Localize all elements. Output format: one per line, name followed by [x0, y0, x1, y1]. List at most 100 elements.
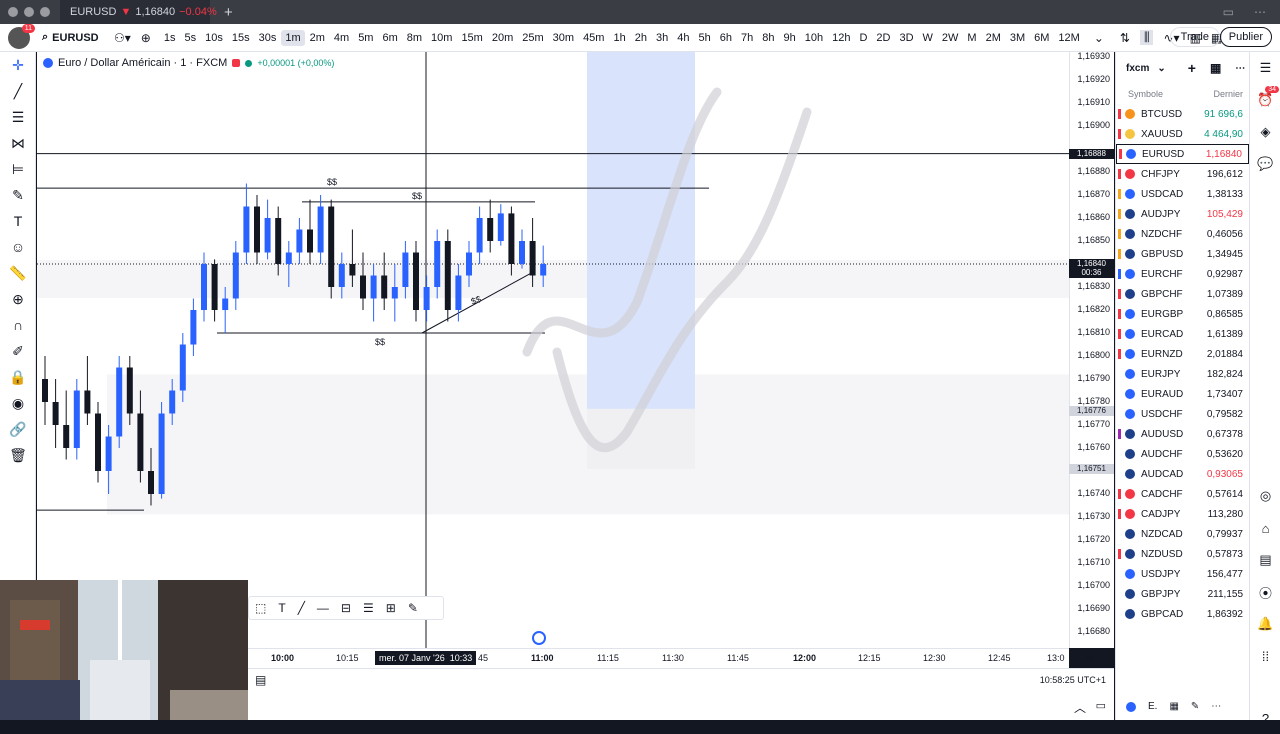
timeframe-W[interactable]: W: [919, 30, 937, 46]
timeframe-25m[interactable]: 25m: [518, 30, 547, 46]
watchlist-row-audusd[interactable]: AUDUSD 0,67378: [1116, 424, 1249, 444]
watchlist-row-eurusd[interactable]: EURUSD 1,16840: [1116, 144, 1249, 164]
timeframe-2D[interactable]: 2D: [872, 30, 894, 46]
avatar[interactable]: 11: [8, 23, 35, 49]
maximize-panel-icon[interactable]: ▭: [1096, 699, 1106, 712]
timeframe-1m[interactable]: 1m: [281, 29, 305, 46]
symbol-search[interactable]: ⌕ EURUSD: [42, 31, 104, 44]
flag-marker[interactable]: [1118, 609, 1121, 619]
calendar-icon[interactable]: ▤: [1250, 544, 1280, 576]
ruler-icon[interactable]: 📏: [0, 260, 36, 286]
timeframe-1s[interactable]: 1s: [160, 30, 180, 46]
watchlist-row-chfjpy[interactable]: CHFJPY 196,612: [1116, 164, 1249, 184]
flag-marker[interactable]: [1118, 469, 1121, 479]
watchlist-row-eurnzd[interactable]: EURNZD 2,01884: [1116, 344, 1249, 364]
flag-marker[interactable]: [1118, 249, 1121, 259]
flag-marker[interactable]: [1118, 349, 1121, 359]
minimize-dot-icon[interactable]: [24, 7, 34, 17]
watchlist-row-audcad[interactable]: AUDCAD 0,93065: [1116, 464, 1249, 484]
more-icon[interactable]: ⋯: [1211, 701, 1221, 712]
horizontal-line-icon[interactable]: —: [317, 601, 329, 615]
timeframe-3h[interactable]: 3h: [652, 30, 672, 46]
watchlist-row-nzdcad[interactable]: NZDCAD 0,79937: [1116, 524, 1249, 544]
candles-icon[interactable]: ⫼: [1139, 30, 1154, 45]
more-icon[interactable]: ⋯: [1254, 5, 1266, 19]
timeframe-2M[interactable]: 2M: [982, 30, 1005, 46]
timeframe-7h[interactable]: 7h: [737, 30, 757, 46]
flag-marker[interactable]: [1118, 269, 1121, 279]
timeframe-2W[interactable]: 2W: [938, 30, 963, 46]
line-icon[interactable]: ╱: [298, 601, 305, 615]
fib-icon[interactable]: ☰: [363, 601, 374, 615]
timeframe-10h[interactable]: 10h: [801, 30, 827, 46]
trash-icon[interactable]: 🗑: [0, 442, 36, 468]
flag-marker[interactable]: [1118, 429, 1121, 439]
text-icon[interactable]: T: [0, 208, 36, 234]
watchlist-row-euraud[interactable]: EURAUD 1,73407: [1116, 384, 1249, 404]
flag-marker[interactable]: [1118, 369, 1121, 379]
watchlist-row-gbpjpy[interactable]: GBPJPY 211,155: [1116, 584, 1249, 604]
browser-tab[interactable]: EURUSD ▼ 1,16840 −0.04%: [60, 0, 217, 24]
apps-icon[interactable]: ⁞⁞: [1250, 640, 1280, 672]
drawing-mode-icon[interactable]: ✐: [0, 338, 36, 364]
grid-icon[interactable]: ▦: [1169, 701, 1178, 712]
watchlist-row-gbpcad[interactable]: GBPCAD 1,86392: [1116, 604, 1249, 624]
timeframe-6M[interactable]: 6M: [1030, 30, 1053, 46]
timeframe-10m[interactable]: 10m: [427, 30, 456, 46]
channel-icon[interactable]: ⊟: [341, 601, 351, 615]
more-icon[interactable]: ⋯: [1235, 63, 1245, 74]
eye-icon[interactable]: ◉: [0, 390, 36, 416]
timeframe-15m[interactable]: 15m: [457, 30, 486, 46]
timeframe-2h[interactable]: 2h: [631, 30, 651, 46]
watchlist-row-gbpchf[interactable]: GBPCHF 1,07389: [1116, 284, 1249, 304]
layout-icon[interactable]: ▦: [1210, 61, 1221, 75]
compare-icon[interactable]: ⚇▾: [114, 31, 131, 45]
watchlist-row-eurgbp[interactable]: EURGBP 0,86585: [1116, 304, 1249, 324]
rectangle-icon[interactable]: ⬚: [255, 601, 266, 615]
watchlist-row-cadchf[interactable]: CADCHF 0,57614: [1116, 484, 1249, 504]
watchlist-title[interactable]: fxcm: [1126, 63, 1149, 74]
flag-marker[interactable]: [1118, 169, 1121, 179]
flag-marker[interactable]: [1118, 489, 1121, 499]
watchlist-row-xauusd[interactable]: XAUUSD 4 464,90: [1116, 124, 1249, 144]
timeframe-D[interactable]: D: [855, 30, 871, 46]
chart-area[interactable]: $$ $$ $$ $$ Euro / Dollar Américain · 1 · F…: [37, 52, 1069, 648]
settings-gear-icon[interactable]: ⚙: [1085, 651, 1095, 664]
add-symbol-icon[interactable]: ⊕: [141, 31, 151, 45]
timeframe-10s[interactable]: 10s: [201, 30, 227, 46]
emoji-icon[interactable]: ☺: [0, 234, 36, 260]
lock-icon[interactable]: 🔒: [0, 364, 36, 390]
watchlist-row-usdchf[interactable]: USDCHF 0,79582: [1116, 404, 1249, 424]
watchlist-row-audjpy[interactable]: AUDJPY 105,429: [1116, 204, 1249, 224]
watchlist-row-audchf[interactable]: AUDCHF 0,53620: [1116, 444, 1249, 464]
timeframe-M[interactable]: M: [963, 30, 980, 46]
collapse-icon[interactable]: ︿: [1074, 699, 1086, 716]
flag-marker[interactable]: [1118, 549, 1121, 559]
chevron-down-icon[interactable]: ⌄: [1157, 63, 1165, 74]
magnet-icon[interactable]: ∩: [0, 312, 36, 338]
close-dot-icon[interactable]: [8, 7, 18, 17]
crosshair-icon[interactable]: ✛: [0, 52, 36, 78]
timeframe-5s[interactable]: 5s: [180, 30, 200, 46]
watchlist-row-usdcad[interactable]: USDCAD 1,38133: [1116, 184, 1249, 204]
watchlist-row-cadjpy[interactable]: CADJPY 113,280: [1116, 504, 1249, 524]
flag-marker[interactable]: [1118, 529, 1121, 539]
flag-marker[interactable]: [1118, 289, 1121, 299]
timeframe-3D[interactable]: 3D: [895, 30, 917, 46]
watchlist-row-eurchf[interactable]: EURCHF 0,92987: [1116, 264, 1249, 284]
flag-marker[interactable]: [1118, 209, 1121, 219]
col-last[interactable]: Dernier: [1213, 89, 1243, 99]
timeframe-5h[interactable]: 5h: [694, 30, 714, 46]
flag-marker[interactable]: [1119, 149, 1122, 159]
pattern-icon[interactable]: ⋈: [0, 130, 36, 156]
timeframe-20m[interactable]: 20m: [488, 30, 517, 46]
flag-marker[interactable]: [1118, 229, 1121, 239]
signals-icon[interactable]: ⌂: [1250, 512, 1280, 544]
flag-marker[interactable]: [1118, 409, 1121, 419]
flag-marker[interactable]: [1118, 449, 1121, 459]
watchlist-row-btcusd[interactable]: BTCUSD 91 696,6: [1116, 104, 1249, 124]
watchlist-row-gbpusd[interactable]: GBPUSD 1,34945: [1116, 244, 1249, 264]
timeframe-45m[interactable]: 45m: [579, 30, 608, 46]
timeframe-1h[interactable]: 1h: [609, 30, 629, 46]
link-icon[interactable]: 🔗: [0, 416, 36, 442]
